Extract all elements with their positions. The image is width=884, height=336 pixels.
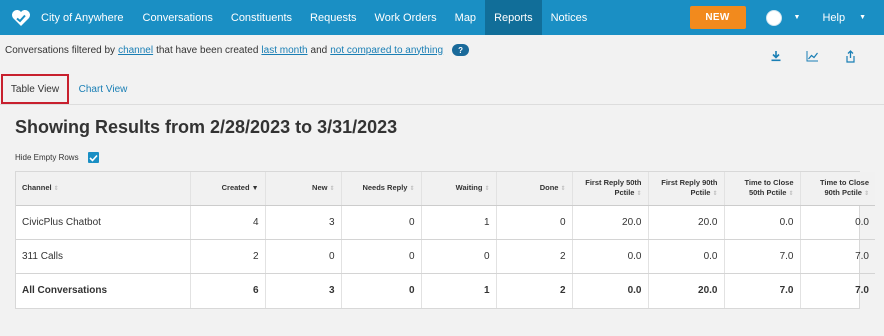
table-row: 311 Calls 2 0 0 0 2 0.0 0.0 7.0 7.0 bbox=[16, 239, 875, 274]
column-header[interactable]: First Reply 90th Pctile ⇕ bbox=[648, 172, 725, 206]
results-table: Channel ⇕ Created ▼ New ⇕ Needs Reply ⇕ Waiting ⇕… bbox=[15, 171, 875, 309]
column-header[interactable]: Waiting ⇕ bbox=[421, 172, 497, 206]
brand[interactable]: City of Anywhere bbox=[0, 0, 134, 35]
value-cell: 2 bbox=[496, 273, 573, 308]
total-row: All Conversations 6 3 0 1 2 0.0 20.0 7.0 7.0 bbox=[16, 273, 875, 308]
sort-icon: ⇕ bbox=[409, 185, 415, 192]
value-cell: 7.0 bbox=[855, 285, 869, 297]
hide-empty-rows-label: Hide Empty Rows bbox=[15, 153, 79, 162]
share-icon[interactable] bbox=[843, 49, 857, 63]
help-menu[interactable]: Help bbox=[822, 12, 845, 24]
column-header-label: Needs Reply bbox=[362, 182, 408, 192]
comparison-link[interactable]: not compared to anything bbox=[330, 45, 443, 56]
channel-cell: 311 Calls bbox=[16, 239, 191, 274]
value-cell: 7.0 bbox=[800, 239, 875, 274]
value-cell: 0.0 bbox=[724, 205, 801, 240]
top-nav: City of Anywhere Conversations Constituen… bbox=[0, 0, 884, 35]
column-header[interactable]: Needs Reply ⇕ bbox=[341, 172, 422, 206]
chevron-down-icon[interactable]: ▼ bbox=[859, 14, 866, 21]
nav-item-requests[interactable]: Requests bbox=[301, 0, 365, 35]
nav-item-map[interactable]: Map bbox=[446, 0, 485, 35]
new-button[interactable]: NEW bbox=[689, 6, 746, 29]
sort-descending-icon: ▼ bbox=[251, 184, 259, 192]
column-header[interactable]: Time to Close 50th Pctile ⇕ bbox=[724, 172, 801, 206]
column-header[interactable]: First Reply 50th Pctile ⇕ bbox=[572, 172, 649, 206]
value-cell: 0 bbox=[496, 205, 573, 240]
filter-text: that have been created bbox=[156, 44, 259, 56]
column-header-label: First Reply 50th Pctile bbox=[585, 177, 642, 197]
value-cell: 3 bbox=[265, 273, 342, 308]
value-cell: 7.0 bbox=[724, 239, 801, 274]
date-range-link[interactable]: last month bbox=[261, 45, 307, 56]
value-cell: 2 bbox=[496, 239, 573, 274]
line-chart-icon[interactable] bbox=[805, 50, 819, 62]
value-cell: 1 bbox=[421, 273, 497, 308]
checkmark-icon bbox=[89, 154, 98, 162]
filter-prefix: Conversations filtered by bbox=[5, 44, 116, 56]
sort-icon: ⇕ bbox=[636, 190, 642, 197]
value-cell: 0.0 bbox=[572, 273, 649, 308]
value-cell: 4 bbox=[190, 205, 266, 240]
table-row: CivicPlus Chatbot 4 3 0 1 0 20.0 20.0 0.0 0.0 bbox=[16, 205, 875, 240]
help-badge[interactable]: ? bbox=[452, 44, 470, 56]
avatar[interactable] bbox=[765, 9, 782, 26]
channel-cell: All Conversations bbox=[16, 273, 191, 308]
column-header[interactable]: Time to Close 90th Pctile ⇕ bbox=[800, 172, 875, 206]
sort-icon: ⇕ bbox=[329, 185, 335, 192]
sort-icon: ⇕ bbox=[788, 190, 794, 197]
tab-chart-view[interactable]: Chart View bbox=[72, 74, 134, 104]
value-cell: 0.0 bbox=[648, 239, 725, 274]
value-cell: 20.0 bbox=[648, 273, 725, 308]
value-cell: 0.0 bbox=[800, 205, 875, 240]
results-title: Showing Results from 2/28/2023 to 3/31/2… bbox=[15, 117, 398, 137]
tab-table-view[interactable]: Table View bbox=[1, 74, 69, 104]
column-header[interactable]: Channel ⇕ bbox=[16, 172, 191, 206]
column-header-label: New bbox=[312, 182, 328, 192]
column-header[interactable]: Done ⇕ bbox=[496, 172, 573, 206]
column-header[interactable]: Created ▼ bbox=[190, 172, 266, 206]
channel-filter-link[interactable]: channel bbox=[118, 45, 153, 56]
nav-item-constituents[interactable]: Constituents bbox=[222, 0, 301, 35]
sort-icon: ⇕ bbox=[53, 185, 59, 192]
value-cell: 0.0 bbox=[572, 239, 649, 274]
brand-name: City of Anywhere bbox=[41, 11, 124, 24]
value-cell: 1 bbox=[421, 205, 497, 240]
heart-logo-icon bbox=[10, 7, 32, 29]
column-header-label: Created bbox=[221, 182, 250, 192]
value-cell: 20.0 bbox=[648, 205, 725, 240]
chevron-down-icon[interactable]: ▼ bbox=[794, 14, 801, 21]
value-cell: 0 bbox=[341, 205, 422, 240]
column-header-label: Time to Close 50th Pctile bbox=[744, 177, 794, 197]
hide-empty-rows-toggle: Hide Empty Rows bbox=[15, 152, 99, 163]
nav-item-notices[interactable]: Notices bbox=[542, 0, 597, 35]
filter-description: Conversations filtered by channel that h… bbox=[5, 44, 470, 56]
column-header-label: Channel bbox=[22, 182, 52, 192]
channel-cell: CivicPlus Chatbot bbox=[16, 205, 191, 240]
filter-text: and bbox=[310, 44, 328, 56]
hide-empty-rows-checkbox[interactable] bbox=[87, 152, 99, 163]
value-cell: 0 bbox=[341, 273, 422, 308]
column-header-label: First Reply 90th Pctile bbox=[661, 177, 718, 197]
column-header-label: Time to Close 90th Pctile bbox=[819, 177, 869, 197]
tab-divider bbox=[0, 104, 884, 105]
value-cell: 2 bbox=[190, 239, 266, 274]
value-cell: 0 bbox=[265, 239, 342, 274]
value-cell: 0 bbox=[341, 239, 422, 274]
sort-icon: ⇕ bbox=[484, 185, 490, 192]
nav-item-conversations[interactable]: Conversations bbox=[134, 0, 222, 35]
value-cell: 20.0 bbox=[572, 205, 649, 240]
nav-item-reports[interactable]: Reports bbox=[485, 0, 542, 35]
value-cell: 6 bbox=[190, 273, 266, 308]
value-cell: 0 bbox=[421, 239, 497, 274]
column-header-label: Done bbox=[539, 182, 559, 192]
download-icon[interactable] bbox=[769, 50, 783, 62]
sort-icon: ⇕ bbox=[863, 190, 869, 197]
column-header-label: Waiting bbox=[455, 182, 483, 192]
value-cell: 7.0 bbox=[724, 273, 801, 308]
column-header[interactable]: New ⇕ bbox=[265, 172, 342, 206]
sort-icon: ⇕ bbox=[712, 190, 718, 197]
sort-icon: ⇕ bbox=[560, 185, 566, 192]
value-cell: 3 bbox=[265, 205, 342, 240]
nav-item-work-orders[interactable]: Work Orders bbox=[366, 0, 446, 35]
